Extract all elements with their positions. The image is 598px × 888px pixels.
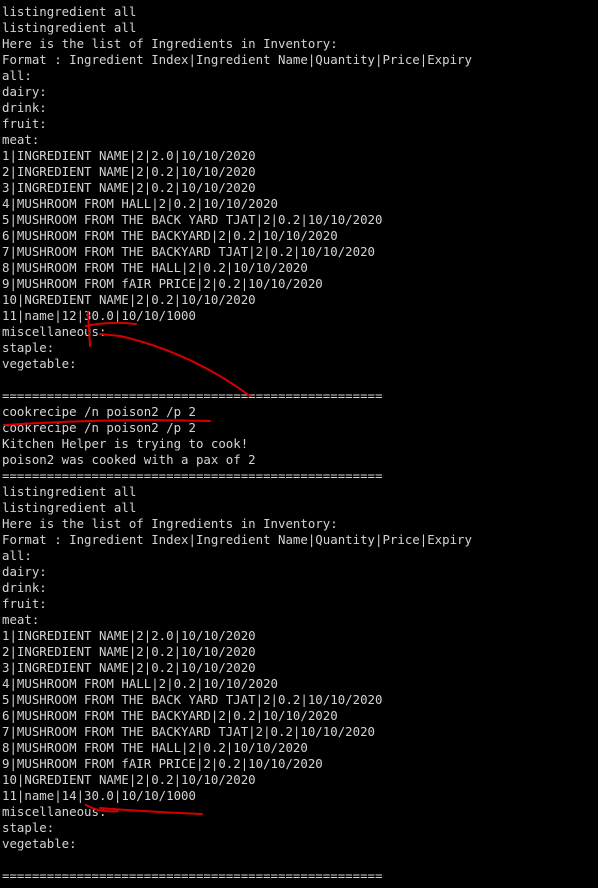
- terminal-line: miscellaneous:: [2, 324, 107, 339]
- terminal-line: 6|MUSHROOM FROM THE BACKYARD|2|0.2|10/10…: [2, 228, 338, 243]
- terminal-line: cookrecipe /n poison2 /p 2: [2, 420, 196, 435]
- terminal-line: 5|MUSHROOM FROM THE BACK YARD TJAT|2|0.2…: [2, 692, 383, 707]
- terminal-line: Format : Ingredient Index|Ingredient Nam…: [2, 52, 472, 67]
- terminal-line: staple:: [2, 340, 55, 355]
- terminal-line: fruit:: [2, 116, 47, 131]
- terminal-line: all:: [2, 68, 32, 83]
- terminal-line: vegetable:: [2, 836, 77, 851]
- terminal-line: ========================================…: [2, 868, 383, 883]
- terminal-line: all:: [2, 548, 32, 563]
- terminal-line: ========================================…: [2, 388, 383, 403]
- terminal-line: listingredient all: [2, 4, 137, 19]
- terminal-line: vegetable:: [2, 356, 77, 371]
- terminal-line: 3|INGREDIENT NAME|2|0.2|10/10/2020: [2, 660, 256, 675]
- terminal-line: 4|MUSHROOM FROM HALL|2|0.2|10/10/2020: [2, 196, 279, 211]
- terminal-line: dairy:: [2, 84, 47, 99]
- terminal-line: 5|MUSHROOM FROM THE BACK YARD TJAT|2|0.2…: [2, 212, 383, 227]
- terminal-line: 7|MUSHROOM FROM THE BACKYARD TJAT|2|0.2|…: [2, 244, 375, 259]
- terminal-line: ========================================…: [2, 468, 383, 483]
- terminal-line: 1|INGREDIENT NAME|2|2.0|10/10/2020: [2, 628, 256, 643]
- terminal-line: cookrecipe /n poison2 /p 2: [2, 404, 196, 419]
- terminal-line: 7|MUSHROOM FROM THE BACKYARD TJAT|2|0.2|…: [2, 724, 375, 739]
- terminal-line: listingredient all: [2, 484, 137, 499]
- terminal-line: 9|MUSHROOM FROM fAIR PRICE|2|0.2|10/10/2…: [2, 276, 323, 291]
- terminal-line: fruit:: [2, 596, 47, 611]
- terminal-line: 3|INGREDIENT NAME|2|0.2|10/10/2020: [2, 180, 256, 195]
- terminal-line: Here is the list of Ingredients in Inven…: [2, 516, 338, 531]
- terminal-line: miscellaneous:: [2, 804, 107, 819]
- terminal-line: meat:: [2, 132, 40, 147]
- terminal-line: drink:: [2, 100, 47, 115]
- terminal-line: Here is the list of Ingredients in Inven…: [2, 36, 338, 51]
- terminal-line: 8|MUSHROOM FROM THE HALL|2|0.2|10/10/202…: [2, 260, 308, 275]
- terminal-line: listingredient all: [2, 500, 137, 515]
- terminal-line: dairy:: [2, 564, 47, 579]
- terminal-line: 2|INGREDIENT NAME|2|0.2|10/10/2020: [2, 644, 256, 659]
- terminal-line: meat:: [2, 612, 40, 627]
- terminal-line: listingredient all: [2, 20, 137, 35]
- terminal-line: 9|MUSHROOM FROM fAIR PRICE|2|0.2|10/10/2…: [2, 756, 323, 771]
- terminal-line: 8|MUSHROOM FROM THE HALL|2|0.2|10/10/202…: [2, 740, 308, 755]
- terminal-line: 2|INGREDIENT NAME|2|0.2|10/10/2020: [2, 164, 256, 179]
- terminal-line: Format : Ingredient Index|Ingredient Nam…: [2, 532, 472, 547]
- terminal-line: 10|NGREDIENT NAME|2|0.2|10/10/2020: [2, 292, 256, 307]
- terminal-line: poison2 was cooked with a pax of 2: [2, 452, 256, 467]
- terminal-line: 6|MUSHROOM FROM THE BACKYARD|2|0.2|10/10…: [2, 708, 338, 723]
- terminal-line: 11|name|14|30.0|10/10/1000: [2, 788, 196, 803]
- terminal-window[interactable]: listingredient all listingredient all Here…: [0, 0, 598, 888]
- terminal-line: 10|NGREDIENT NAME|2|0.2|10/10/2020: [2, 772, 256, 787]
- terminal-line: 11|name|12|30.0|10/10/1000: [2, 308, 196, 323]
- terminal-line: Kitchen Helper is trying to cook!: [2, 436, 249, 451]
- console-output: listingredient all listingredient all Here…: [2, 4, 472, 884]
- terminal-line: 1|INGREDIENT NAME|2|2.0|10/10/2020: [2, 148, 256, 163]
- terminal-line: staple:: [2, 820, 55, 835]
- terminal-line: 4|MUSHROOM FROM HALL|2|0.2|10/10/2020: [2, 676, 279, 691]
- terminal-line: drink:: [2, 580, 47, 595]
